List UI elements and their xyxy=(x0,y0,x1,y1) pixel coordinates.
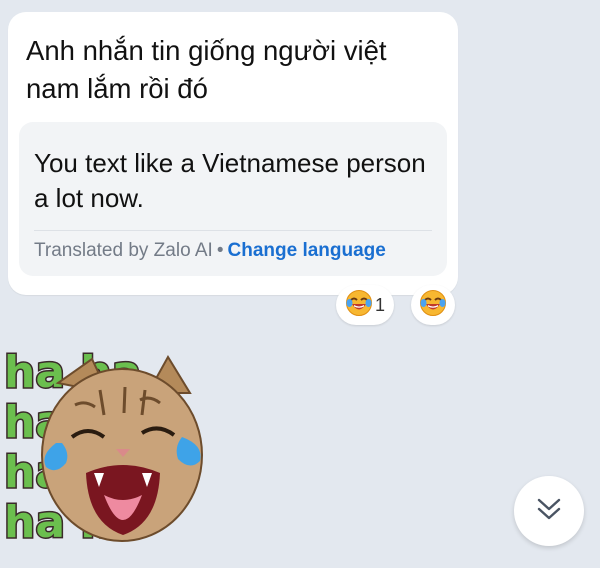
laughing-crying-emoji-icon xyxy=(419,289,447,322)
scroll-to-bottom-button[interactable] xyxy=(514,476,584,546)
double-chevron-down-icon xyxy=(534,494,564,529)
change-language-link[interactable]: Change language xyxy=(228,240,386,261)
translation-text: You text like a Vietnamese person a lot … xyxy=(34,148,426,213)
translation-footer: Translated by Zalo AI • Change language xyxy=(34,238,386,264)
sticker-message[interactable]: ha ha ha ha ha ha ha ha xyxy=(0,345,220,555)
separator-dot: • xyxy=(216,240,224,261)
translation-box: You text like a Vietnamese person a lot … xyxy=(19,122,447,276)
reaction-count: 1 xyxy=(374,294,385,315)
add-reaction-button[interactable] xyxy=(411,285,455,325)
reaction-count-pill[interactable]: 1 xyxy=(336,285,394,325)
laughing-crying-emoji-icon xyxy=(345,289,373,322)
translation-credit: Translated by Zalo AI xyxy=(34,240,213,261)
crying-laughing-cat-icon: ha ha ha ha ha ha ha ha xyxy=(3,346,203,550)
message-bubble[interactable]: Anh nhắn tin giống người việt nam lắm rồ… xyxy=(8,12,458,295)
translation-divider xyxy=(34,230,432,231)
message-text: Anh nhắn tin giống người việt nam lắm rồ… xyxy=(26,35,387,104)
